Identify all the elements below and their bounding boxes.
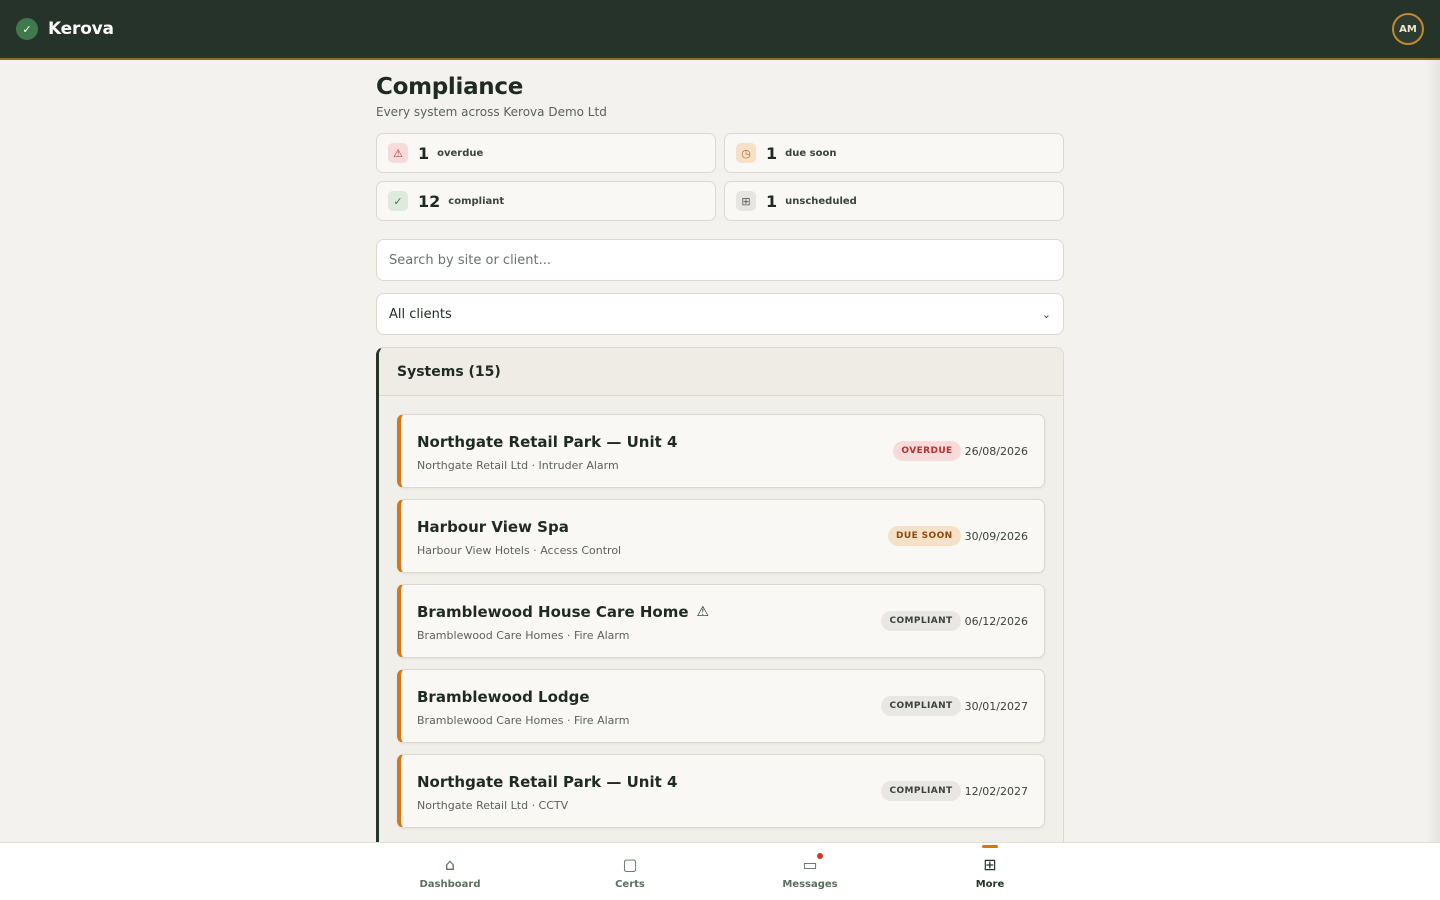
status-badge: OVERDUE xyxy=(893,441,961,461)
nav-label: Messages xyxy=(782,878,838,890)
system-subtitle: Northgate Retail Ltd · CCTV xyxy=(417,799,569,812)
status-badge: COMPLIANT xyxy=(881,611,961,631)
nav-label: Certs xyxy=(615,878,645,890)
due-date: 12/02/2027 xyxy=(964,784,1028,798)
grid-icon: ⊞ xyxy=(983,854,997,874)
nav-certs[interactable]: ▢ Certs xyxy=(570,843,690,900)
stat-overdue[interactable]: ⚠ 1 overdue xyxy=(376,133,716,173)
systems-header: Systems (15) xyxy=(379,348,1063,396)
main-content: Compliance Every system across Kerova De… xyxy=(376,60,1064,847)
due-date: 06/12/2026 xyxy=(964,614,1028,628)
certificate-icon: ▢ xyxy=(622,854,638,874)
page-title: Compliance xyxy=(376,74,524,100)
grid-icon: ⊞ xyxy=(736,191,756,211)
system-title: Harbour View Spa xyxy=(417,518,569,536)
stat-value: 1 xyxy=(766,143,778,163)
warning-icon: ⚠ xyxy=(696,604,710,620)
top-bar: ✓ Kerova AM xyxy=(0,0,1440,60)
client-select-value: All clients xyxy=(389,306,452,322)
system-title: Northgate Retail Park — Unit 4 xyxy=(417,773,677,791)
stat-value: 1 xyxy=(766,191,778,211)
brand-name[interactable]: Kerova xyxy=(48,19,114,39)
system-status: COMPLIANT 06/12/2026 xyxy=(881,611,1028,631)
stat-due-soon[interactable]: ◷ 1 due soon xyxy=(724,133,1064,173)
stat-label: unscheduled xyxy=(785,195,857,207)
due-date: 30/09/2026 xyxy=(964,529,1028,543)
stat-label: compliant xyxy=(448,195,505,207)
stat-value: 12 xyxy=(418,191,441,211)
systems-panel: Systems (15) Northgate Retail Park — Uni… xyxy=(376,347,1064,847)
nav-messages[interactable]: ▭ Messages xyxy=(750,843,870,900)
nav-more[interactable]: ⊞ More xyxy=(930,843,1050,900)
notification-dot xyxy=(817,853,823,859)
bottom-nav: ⌂ Dashboard ▢ Certs ▭ Messages ⊞ More xyxy=(0,842,1440,900)
system-subtitle: Bramblewood Care Homes · Fire Alarm xyxy=(417,714,630,727)
system-title-text: Harbour View Spa xyxy=(417,518,569,536)
system-subtitle: Harbour View Hotels · Access Control xyxy=(417,544,622,557)
systems-list: Northgate Retail Park — Unit 4 Northgate… xyxy=(379,396,1063,828)
stats-grid: ⚠ 1 overdue ◷ 1 due soon ✓ 12 compliant … xyxy=(376,133,1064,221)
system-title: Northgate Retail Park — Unit 4 xyxy=(417,433,677,451)
system-status: COMPLIANT 30/01/2027 xyxy=(881,696,1028,716)
status-badge: COMPLIANT xyxy=(881,781,961,801)
status-badge: COMPLIANT xyxy=(881,696,961,716)
search-input[interactable] xyxy=(376,239,1064,281)
system-title-text: Northgate Retail Park — Unit 4 xyxy=(417,773,678,791)
active-indicator xyxy=(982,845,998,848)
message-icon: ▭ xyxy=(802,854,818,874)
chevron-down-icon: ⌄ xyxy=(1041,307,1051,321)
system-row[interactable]: Bramblewood House Care Home ⚠ Bramblewood… xyxy=(397,584,1045,658)
nav-label: Dashboard xyxy=(419,878,481,890)
system-subtitle: Northgate Retail Ltd · Intruder Alarm xyxy=(417,459,619,472)
system-row[interactable]: Bramblewood Lodge Bramblewood Care Homes… xyxy=(397,669,1045,743)
system-row[interactable]: Northgate Retail Park — Unit 4 Northgate… xyxy=(397,754,1045,828)
stat-compliant[interactable]: ✓ 12 compliant xyxy=(376,181,716,221)
system-status: OVERDUE 26/08/2026 xyxy=(893,441,1028,461)
system-title: Bramblewood House Care Home ⚠ xyxy=(417,603,709,621)
status-badge: DUE SOON xyxy=(888,526,961,546)
due-date: 26/08/2026 xyxy=(964,444,1028,458)
system-row[interactable]: Northgate Retail Park — Unit 4 Northgate… xyxy=(397,414,1045,488)
warning-icon: ⚠ xyxy=(388,143,408,163)
nav-dashboard[interactable]: ⌂ Dashboard xyxy=(390,843,510,900)
home-icon: ⌂ xyxy=(444,854,456,874)
system-title: Bramblewood Lodge xyxy=(417,688,590,706)
system-status: COMPLIANT 12/02/2027 xyxy=(881,781,1028,801)
clock-icon: ◷ xyxy=(736,143,756,163)
system-status: DUE SOON 30/09/2026 xyxy=(888,526,1028,546)
system-title-text: Northgate Retail Park — Unit 4 xyxy=(417,433,678,451)
system-title-text: Bramblewood Lodge xyxy=(417,688,590,706)
due-date: 30/01/2027 xyxy=(964,699,1028,713)
stat-label: due soon xyxy=(785,147,837,159)
page-edge-shadow xyxy=(1426,60,1440,842)
check-icon: ✓ xyxy=(16,18,38,40)
client-select[interactable]: All clients ⌄ xyxy=(376,293,1064,335)
nav-label: More xyxy=(975,878,1005,890)
stat-unscheduled[interactable]: ⊞ 1 unscheduled xyxy=(724,181,1064,221)
system-title-text: Bramblewood House Care Home xyxy=(417,603,689,621)
stat-label: overdue xyxy=(437,147,484,159)
system-row[interactable]: Harbour View Spa Harbour View Hotels · A… xyxy=(397,499,1045,573)
user-avatar[interactable]: AM xyxy=(1392,13,1424,45)
stat-value: 1 xyxy=(418,143,430,163)
check-icon: ✓ xyxy=(388,191,408,211)
page-subtitle: Every system across Kerova Demo Ltd xyxy=(376,105,607,119)
system-subtitle: Bramblewood Care Homes · Fire Alarm xyxy=(417,629,630,642)
